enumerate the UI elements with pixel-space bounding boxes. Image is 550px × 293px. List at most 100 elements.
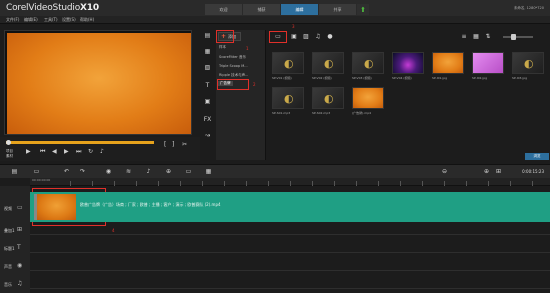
menu-item-3[interactable]: 设置(S): [62, 17, 76, 23]
track-label-2[interactable]: 标题1: [4, 246, 15, 252]
import-folder-icon[interactable]: ▭: [274, 33, 282, 40]
media-thumbnail[interactable]: ◐: [312, 87, 344, 109]
folder-item-0[interactable]: 样本: [219, 45, 226, 50]
transition-icon[interactable]: ▧: [203, 64, 212, 72]
end-icon[interactable]: ⏭: [76, 148, 81, 156]
media-thumbnail[interactable]: ◐: [312, 52, 344, 74]
list-view-icon[interactable]: ≡: [460, 33, 468, 40]
media-thumbnail[interactable]: [392, 52, 424, 74]
track-label-3[interactable]: 声音: [4, 264, 12, 270]
tab-2[interactable]: 编辑: [281, 4, 318, 15]
motion-icon[interactable]: ⊕: [164, 168, 173, 176]
ruler-tick: [290, 181, 291, 186]
clip-thumbnail[interactable]: [34, 194, 76, 220]
ruler-tick: [136, 181, 137, 186]
graphic-icon[interactable]: ▣: [203, 98, 212, 106]
repeat-icon[interactable]: ↻: [88, 148, 93, 155]
redo-icon[interactable]: ↷: [78, 168, 87, 176]
track-label-4[interactable]: 音乐: [4, 282, 12, 288]
media-icon[interactable]: ▤: [203, 32, 212, 40]
scrubber-handle[interactable]: [6, 140, 11, 145]
track-row-divider: [30, 288, 550, 289]
media-thumbnail[interactable]: ◐: [272, 87, 304, 109]
annotation-3: 3: [292, 24, 295, 29]
show-photo-icon[interactable]: ▨: [302, 33, 310, 40]
ruler-tick: [334, 181, 335, 186]
annotation-2: 2: [253, 82, 256, 87]
prev-frame-icon[interactable]: ◀: [52, 148, 57, 155]
tab-1[interactable]: 捕获: [243, 4, 280, 15]
folder-item-1[interactable]: ScoreFitter 音乐: [219, 55, 246, 60]
instant-project-icon[interactable]: ▦: [203, 48, 212, 56]
clip-preview-icon: ◐: [524, 57, 534, 70]
auto-music-icon[interactable]: ♪: [144, 168, 153, 176]
media-thumbnail-label: (广告牌).mp4: [352, 111, 372, 115]
tab-0[interactable]: 欢迎: [205, 4, 242, 15]
mark-in-icon[interactable]: [: [164, 141, 166, 148]
path-icon[interactable]: ↝: [203, 132, 212, 140]
ruler-tick: [532, 181, 533, 186]
track-icon-3[interactable]: ◉: [17, 262, 22, 269]
tab-3[interactable]: 共享: [319, 4, 356, 15]
menu-item-4[interactable]: 帮助(H): [80, 17, 94, 23]
media-thumbnail[interactable]: ◐: [352, 52, 384, 74]
zoom-out-icon[interactable]: ⊖: [440, 168, 449, 176]
timeline-view-icon[interactable]: ▭: [32, 168, 41, 176]
show-video-icon[interactable]: ▣: [290, 33, 298, 40]
track-icon-4[interactable]: ♫: [17, 280, 22, 287]
record-icon[interactable]: ◉: [104, 168, 113, 176]
ruler-tick: [246, 181, 247, 186]
media-thumbnail[interactable]: ◐: [512, 52, 544, 74]
menu-item-0[interactable]: 文件(F): [6, 17, 19, 23]
scrubber[interactable]: [6, 140, 154, 145]
filter-icon[interactable]: FX: [203, 116, 212, 124]
track-label-1[interactable]: 叠加1: [4, 228, 15, 234]
preview-screen[interactable]: [7, 33, 191, 134]
menu-item-1[interactable]: 编辑(E): [24, 17, 38, 23]
player-panel: [4, 30, 192, 135]
folder-item-3[interactable]: Ripple 技术与声...: [219, 73, 248, 78]
storyboard-view-icon[interactable]: ▤: [10, 168, 19, 176]
folder-item-2[interactable]: Triple Scoop M...: [219, 64, 248, 68]
menu-item-2[interactable]: 工具(T): [44, 17, 58, 23]
split-icon[interactable]: ✂: [182, 141, 187, 148]
track-icon-1[interactable]: ⊞: [17, 226, 22, 233]
next-frame-icon[interactable]: ▶: [64, 148, 69, 155]
media-thumbnail[interactable]: [472, 52, 504, 74]
undo-icon[interactable]: ↶: [62, 168, 71, 176]
home-icon[interactable]: ⏮: [40, 148, 45, 156]
media-thumbnail[interactable]: ◐: [272, 52, 304, 74]
thumbnail-size-slider[interactable]: [503, 34, 533, 40]
ruler-tick: [422, 181, 423, 186]
track-label-0[interactable]: 视频: [4, 206, 12, 212]
track-icon-0[interactable]: ▭: [17, 204, 23, 211]
slider-knob[interactable]: [511, 34, 516, 40]
mixer-icon[interactable]: ≋: [124, 168, 133, 176]
smart-icon[interactable]: ●: [326, 33, 334, 40]
tab-4[interactable]: ⬆: [357, 4, 369, 15]
play-icon[interactable]: ▶: [26, 148, 31, 155]
subtitle-icon[interactable]: ▭: [184, 168, 193, 176]
ruler-tick: [268, 181, 269, 186]
scrubber-fill: [6, 141, 154, 144]
timeline-ruler[interactable]: 00:00:00:00: [30, 178, 550, 186]
fit-icon[interactable]: ⊞: [494, 168, 503, 176]
mark-out-icon[interactable]: ]: [172, 141, 174, 148]
ruler-start-label: 00:00:00:00: [32, 178, 51, 182]
media-thumbnail[interactable]: [432, 52, 464, 74]
media-thumbnail-label: SP-V03 (视频): [352, 76, 372, 80]
multicam-icon[interactable]: ▦: [204, 168, 213, 176]
track-icon-2[interactable]: T: [17, 244, 21, 251]
sort-icon[interactable]: ⇅: [484, 33, 492, 40]
media-thumbnail[interactable]: [352, 87, 384, 109]
clip-preview-icon: ◐: [284, 92, 294, 105]
volume-icon[interactable]: ♪: [100, 148, 104, 155]
zoom-in-icon[interactable]: ⊕: [482, 168, 491, 176]
mode-clip[interactable]: 素材: [6, 154, 13, 159]
timeline-timecode[interactable]: 0:00:15:23: [522, 169, 544, 174]
show-audio-icon[interactable]: ♫: [314, 33, 322, 40]
browse-button[interactable]: 浏览: [525, 153, 549, 160]
title-icon[interactable]: T: [203, 82, 212, 90]
thumb-view-icon[interactable]: ▦: [472, 33, 480, 40]
track-row-divider: [30, 252, 550, 253]
